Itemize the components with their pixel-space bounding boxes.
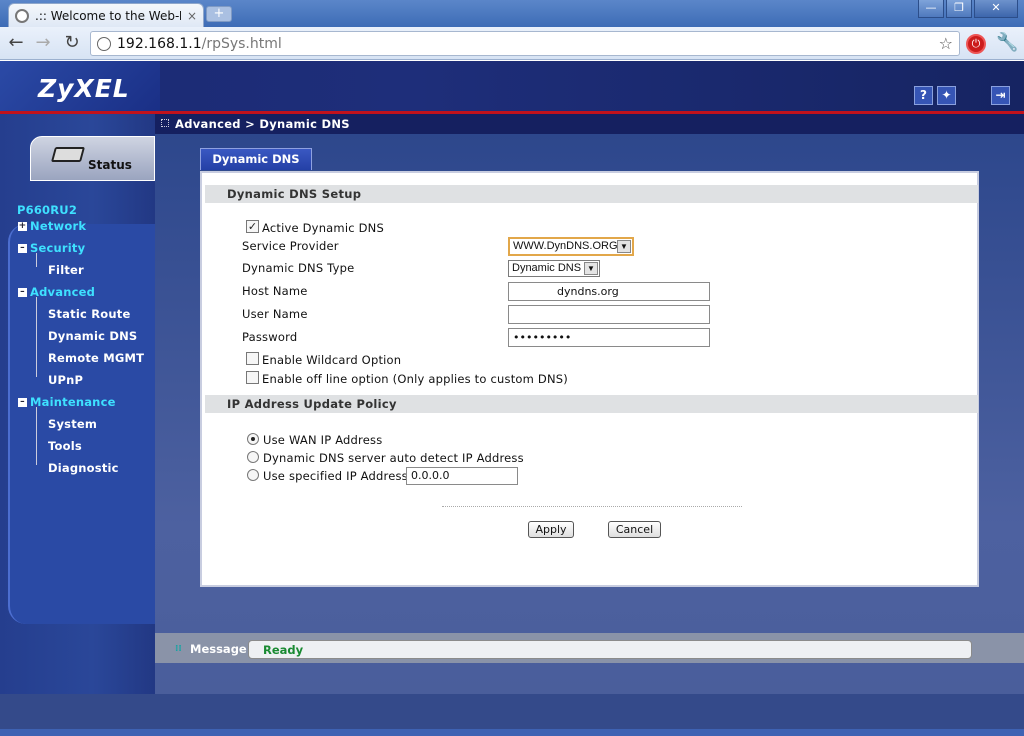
message-bar: ⁞⁞ Message Ready — [155, 633, 1024, 663]
service-provider-select[interactable]: WWW.DynDNS.ORG ▼ — [508, 237, 634, 256]
sidebar-item-remote-mgmt[interactable]: Remote MGMT — [48, 351, 144, 365]
sidebar-item-filter[interactable]: Filter — [48, 263, 84, 277]
specified-ip-input[interactable]: 0.0.0.0 — [406, 467, 518, 485]
device-model: P660RU2 — [17, 203, 78, 217]
collapse-minus-icon[interactable]: – — [18, 244, 27, 253]
sidebar-item-tools[interactable]: Tools — [48, 439, 82, 453]
wildcard-label: Enable Wildcard Option — [262, 353, 402, 367]
page-favicon-icon — [15, 8, 29, 23]
host-name-label: Host Name — [242, 284, 308, 298]
collapse-minus-icon[interactable]: – — [18, 288, 27, 297]
sidebar-item-upnp[interactable]: UPnP — [48, 373, 83, 387]
maximize-button[interactable]: ❐ — [946, 0, 972, 18]
divider — [442, 506, 742, 507]
ddns-type-label: Dynamic DNS Type — [242, 261, 355, 275]
sidebar-item-maintenance[interactable]: – Maintenance — [18, 395, 116, 409]
bookmark-star-icon[interactable]: ☆ — [939, 34, 953, 53]
browser-tab[interactable]: .:: Welcome to the Web-Bas × — [8, 3, 204, 27]
radio-specified-ip-label: Use specified IP Address — [263, 469, 408, 483]
router-icon — [50, 147, 86, 162]
tab-title: .:: Welcome to the Web-Bas — [35, 8, 181, 23]
logo-area: ZyXEL — [0, 61, 160, 111]
tab-close-icon[interactable]: × — [187, 9, 197, 23]
minimize-button[interactable]: — — [918, 0, 944, 18]
offline-checkbox[interactable] — [246, 371, 259, 384]
sidebar-item-security[interactable]: – Security — [18, 241, 85, 255]
chevron-down-icon: ▼ — [617, 240, 631, 253]
radio-auto-detect-ip[interactable] — [247, 451, 259, 463]
browser-titlebar: .:: Welcome to the Web-Bas × + — ❐ ✕ — [0, 0, 1024, 27]
sidebar-item-static-route[interactable]: Static Route — [48, 307, 130, 321]
breadcrumb-icon — [161, 119, 169, 127]
ddns-type-select[interactable]: Dynamic DNS ▼ — [508, 260, 600, 277]
radio-specified-ip[interactable] — [247, 469, 259, 481]
sidebar-item-network[interactable]: + Network — [18, 219, 86, 233]
globe-icon — [97, 36, 111, 51]
message-box: Ready — [248, 640, 972, 659]
active-ddns-checkbox[interactable]: ✓ — [246, 220, 259, 233]
url-host: 192.168.1.1 — [117, 35, 202, 52]
message-dots-icon: ⁞⁞ — [175, 644, 182, 654]
sidebar-item-system[interactable]: System — [48, 417, 97, 431]
offline-label: Enable off line option (Only applies to … — [262, 372, 568, 386]
url-path: /rpSys.html — [201, 35, 282, 52]
sidebar-item-diagnostic[interactable]: Diagnostic — [48, 461, 119, 475]
wildcard-checkbox[interactable] — [246, 352, 259, 365]
user-name-label: User Name — [242, 307, 308, 321]
message-label: Message — [190, 642, 247, 656]
window-controls: — ❐ ✕ — [918, 0, 1018, 18]
status-tab-label: Status — [88, 158, 132, 172]
back-arrow-icon[interactable]: ← — [6, 33, 26, 53]
status-tab[interactable]: Status — [30, 136, 155, 181]
user-name-input[interactable] — [508, 305, 710, 324]
section-ip-update-policy: IP Address Update Policy — [205, 395, 978, 413]
logout-icon[interactable]: ⇥ — [991, 86, 1010, 105]
reload-icon[interactable]: ↻ — [62, 33, 82, 53]
apply-button[interactable]: Apply — [528, 521, 574, 538]
sidebar-item-advanced[interactable]: – Advanced — [18, 285, 95, 299]
expand-plus-icon[interactable]: + — [18, 222, 27, 231]
chevron-down-icon: ▼ — [584, 262, 598, 275]
os-taskbar — [0, 729, 1024, 736]
radio-auto-detect-ip-label: Dynamic DNS server auto detect IP Addres… — [263, 451, 524, 465]
password-input[interactable]: ••••••••• — [508, 328, 710, 347]
radio-use-wan-ip-label: Use WAN IP Address — [263, 433, 383, 447]
section-ddns-setup: Dynamic DNS Setup — [205, 185, 978, 203]
new-tab-button[interactable]: + — [206, 6, 232, 22]
zyxel-logo: ZyXEL — [38, 74, 130, 103]
password-label: Password — [242, 330, 298, 344]
message-text: Ready — [263, 643, 304, 657]
breadcrumb: Advanced > Dynamic DNS — [155, 114, 1024, 134]
radio-use-wan-ip[interactable] — [247, 433, 259, 445]
address-bar[interactable]: 192.168.1.1 /rpSys.html ☆ — [90, 31, 960, 56]
browser-toolbar: ← → ↻ 192.168.1.1 /rpSys.html ☆ ⏻ 🔧 — [0, 27, 1024, 60]
tree-line — [36, 253, 37, 267]
host-name-input[interactable]: dyndns.org — [508, 282, 710, 301]
forward-arrow-icon[interactable]: → — [33, 33, 53, 53]
breadcrumb-text: Advanced > Dynamic DNS — [175, 117, 350, 131]
wizard-icon[interactable]: ✦ — [937, 86, 956, 105]
help-icon[interactable]: ? — [914, 86, 933, 105]
tree-line — [36, 297, 37, 377]
collapse-minus-icon[interactable]: – — [18, 398, 27, 407]
wrench-icon[interactable]: 🔧 — [996, 32, 1018, 53]
sidebar-item-dynamic-dns[interactable]: Dynamic DNS — [48, 329, 137, 343]
content-area: Dynamic DNS Dynamic DNS Setup ✓ Active D… — [155, 134, 1024, 694]
stop-extension-icon[interactable]: ⏻ — [966, 34, 986, 54]
tree-line — [36, 407, 37, 465]
service-provider-label: Service Provider — [242, 239, 339, 253]
page-header: ZyXEL ? ✦ ⇥ — [0, 61, 1024, 111]
active-ddns-label: Active Dynamic DNS — [262, 221, 384, 235]
tab-dynamic-dns[interactable]: Dynamic DNS — [200, 148, 312, 170]
close-window-button[interactable]: ✕ — [974, 0, 1018, 18]
cancel-button[interactable]: Cancel — [608, 521, 661, 538]
ddns-panel: Dynamic DNS Setup ✓ Active Dynamic DNS S… — [200, 171, 979, 587]
